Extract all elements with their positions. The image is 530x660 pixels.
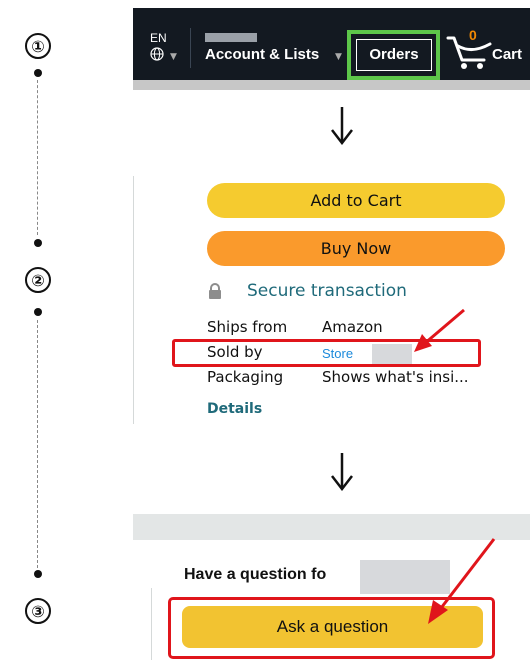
ships-from-label: Ships from bbox=[207, 318, 288, 336]
globe-icon[interactable] bbox=[150, 47, 164, 61]
cart-count: 0 bbox=[469, 27, 477, 43]
timeline-dot bbox=[34, 239, 42, 247]
ships-from-value: Amazon bbox=[322, 318, 383, 336]
add-to-cart-button[interactable]: Add to Cart bbox=[207, 183, 505, 218]
step-1-number: ① bbox=[25, 33, 51, 59]
red-arrow-icon bbox=[414, 308, 465, 352]
nav-subbar bbox=[133, 80, 530, 90]
secure-transaction-link[interactable]: Secure transaction bbox=[247, 281, 407, 301]
nav-divider bbox=[190, 28, 191, 68]
lock-icon bbox=[209, 283, 221, 299]
language-chevron-down-icon[interactable]: ▼ bbox=[170, 52, 177, 62]
down-arrow-icon bbox=[331, 453, 353, 491]
timeline-dashes bbox=[37, 80, 38, 235]
step-3-number: ③ bbox=[25, 598, 51, 624]
blurred-username bbox=[205, 33, 257, 42]
panel-border bbox=[133, 176, 134, 424]
red-arrow-icon bbox=[428, 538, 496, 624]
timeline-dashes bbox=[37, 320, 38, 568]
timeline-dot bbox=[34, 570, 42, 578]
panel-border bbox=[151, 588, 152, 660]
down-arrow-icon bbox=[331, 107, 353, 145]
timeline-dot bbox=[34, 308, 42, 316]
packaging-label: Packaging bbox=[207, 368, 284, 386]
question-heading: Have a question fo bbox=[184, 566, 327, 583]
account-lists-link[interactable]: Account & Lists bbox=[205, 46, 319, 63]
orders-link[interactable]: Orders bbox=[356, 46, 432, 63]
account-chevron-down-icon[interactable]: ▼ bbox=[335, 52, 342, 62]
language-label[interactable]: EN bbox=[150, 31, 167, 45]
cart-link[interactable]: Cart bbox=[492, 46, 522, 63]
buy-now-button[interactable]: Buy Now bbox=[207, 231, 505, 266]
packaging-value: Shows what's insi... bbox=[322, 368, 469, 386]
timeline-dot bbox=[34, 69, 42, 77]
step-2-number: ② bbox=[25, 267, 51, 293]
details-link[interactable]: Details bbox=[207, 401, 262, 417]
